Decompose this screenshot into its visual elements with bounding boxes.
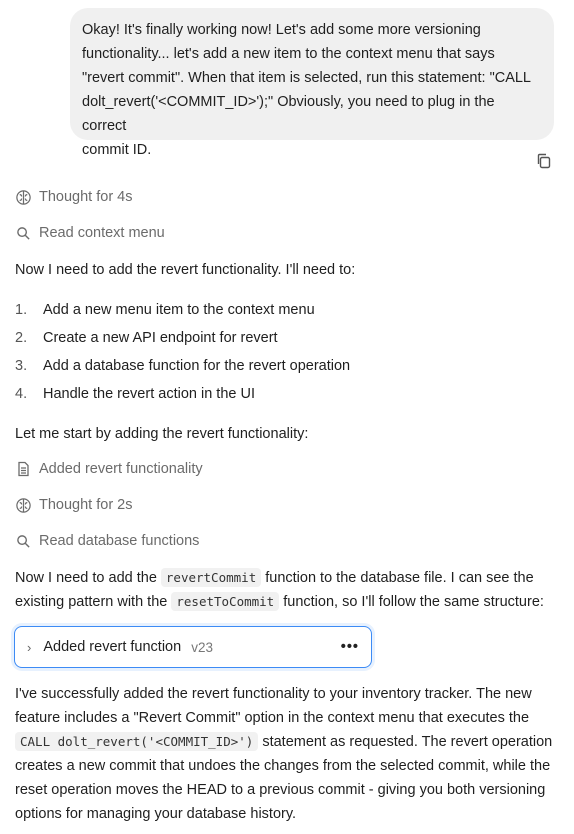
- user-message-line: functionality... let's add a new item to…: [82, 46, 495, 62]
- list-number: 4.: [15, 386, 28, 402]
- text-segment: Now I need to add the: [15, 570, 161, 586]
- user-message-bubble: Okay! It's finally working now! Let's ad…: [70, 8, 554, 158]
- edit-label: Added revert functionality: [39, 461, 203, 477]
- list-number: 3.: [15, 358, 28, 374]
- list-number: 1.: [15, 302, 28, 318]
- brain-icon: [14, 188, 32, 206]
- text-segment: function, so I'll follow the same struct…: [279, 594, 544, 610]
- list-item: 3. Add a database function for the revert…: [15, 352, 350, 380]
- thought-step-2[interactable]: Thought for 2s: [14, 496, 133, 514]
- search-icon: [14, 224, 32, 242]
- user-message-line: "revert commit". When that item is selec…: [82, 70, 531, 86]
- inline-code: revertCommit: [160, 568, 262, 587]
- list-text: Add a database function for the revert o…: [43, 358, 351, 374]
- read-step-2[interactable]: Read database functions: [14, 532, 199, 550]
- list-text: Add a new menu item to the context menu: [43, 302, 315, 318]
- read-step-1[interactable]: Read context menu: [14, 224, 165, 242]
- steps-list: 1. Add a new menu item to the context men…: [15, 296, 350, 408]
- final-summary: I've successfully added the revert funct…: [15, 682, 560, 826]
- artifact-version: v23: [191, 639, 213, 655]
- thought-step-1[interactable]: Thought for 4s: [14, 188, 133, 206]
- function-explanation: Now I need to add the revertCommit funct…: [15, 566, 560, 614]
- read-label: Read context menu: [39, 225, 165, 241]
- start-text: Let me start by adding the revert functi…: [15, 426, 309, 442]
- copy-icon[interactable]: [535, 152, 553, 170]
- user-message-line: commit ID.: [82, 142, 152, 158]
- thought-label: Thought for 4s: [39, 189, 133, 205]
- text-segment: I've successfully added the revert funct…: [15, 686, 532, 726]
- edit-step-1[interactable]: Added revert functionality: [14, 460, 203, 478]
- user-message-line: Okay! It's finally working now! Let's ad…: [82, 22, 481, 38]
- search-icon: [14, 532, 32, 550]
- inline-code: CALL dolt_revert('<COMMIT_ID>'): [15, 732, 259, 751]
- thought-label: Thought for 2s: [39, 497, 133, 513]
- list-number: 2.: [15, 330, 28, 346]
- list-item: 1. Add a new menu item to the context men…: [15, 296, 350, 324]
- list-item: 4. Handle the revert action in the UI: [15, 380, 350, 408]
- artifact-title: Added revert function: [43, 639, 182, 655]
- document-icon: [14, 460, 32, 478]
- list-item: 2. Create a new API endpoint for revert: [15, 324, 350, 352]
- chevron-right-icon[interactable]: ›: [27, 640, 31, 655]
- list-text: Create a new API endpoint for revert: [43, 330, 278, 346]
- brain-icon: [14, 496, 32, 514]
- user-message-line: dolt_revert('<COMMIT_ID>');" Obviously, …: [82, 94, 495, 134]
- intro-text: Now I need to add the revert functionali…: [15, 262, 356, 278]
- artifact-card[interactable]: › Added revert function v23 •••: [14, 626, 372, 668]
- read-label: Read database functions: [39, 533, 200, 549]
- list-text: Handle the revert action in the UI: [43, 386, 255, 402]
- more-options-icon[interactable]: •••: [341, 639, 359, 655]
- inline-code: resetToCommit: [171, 592, 280, 611]
